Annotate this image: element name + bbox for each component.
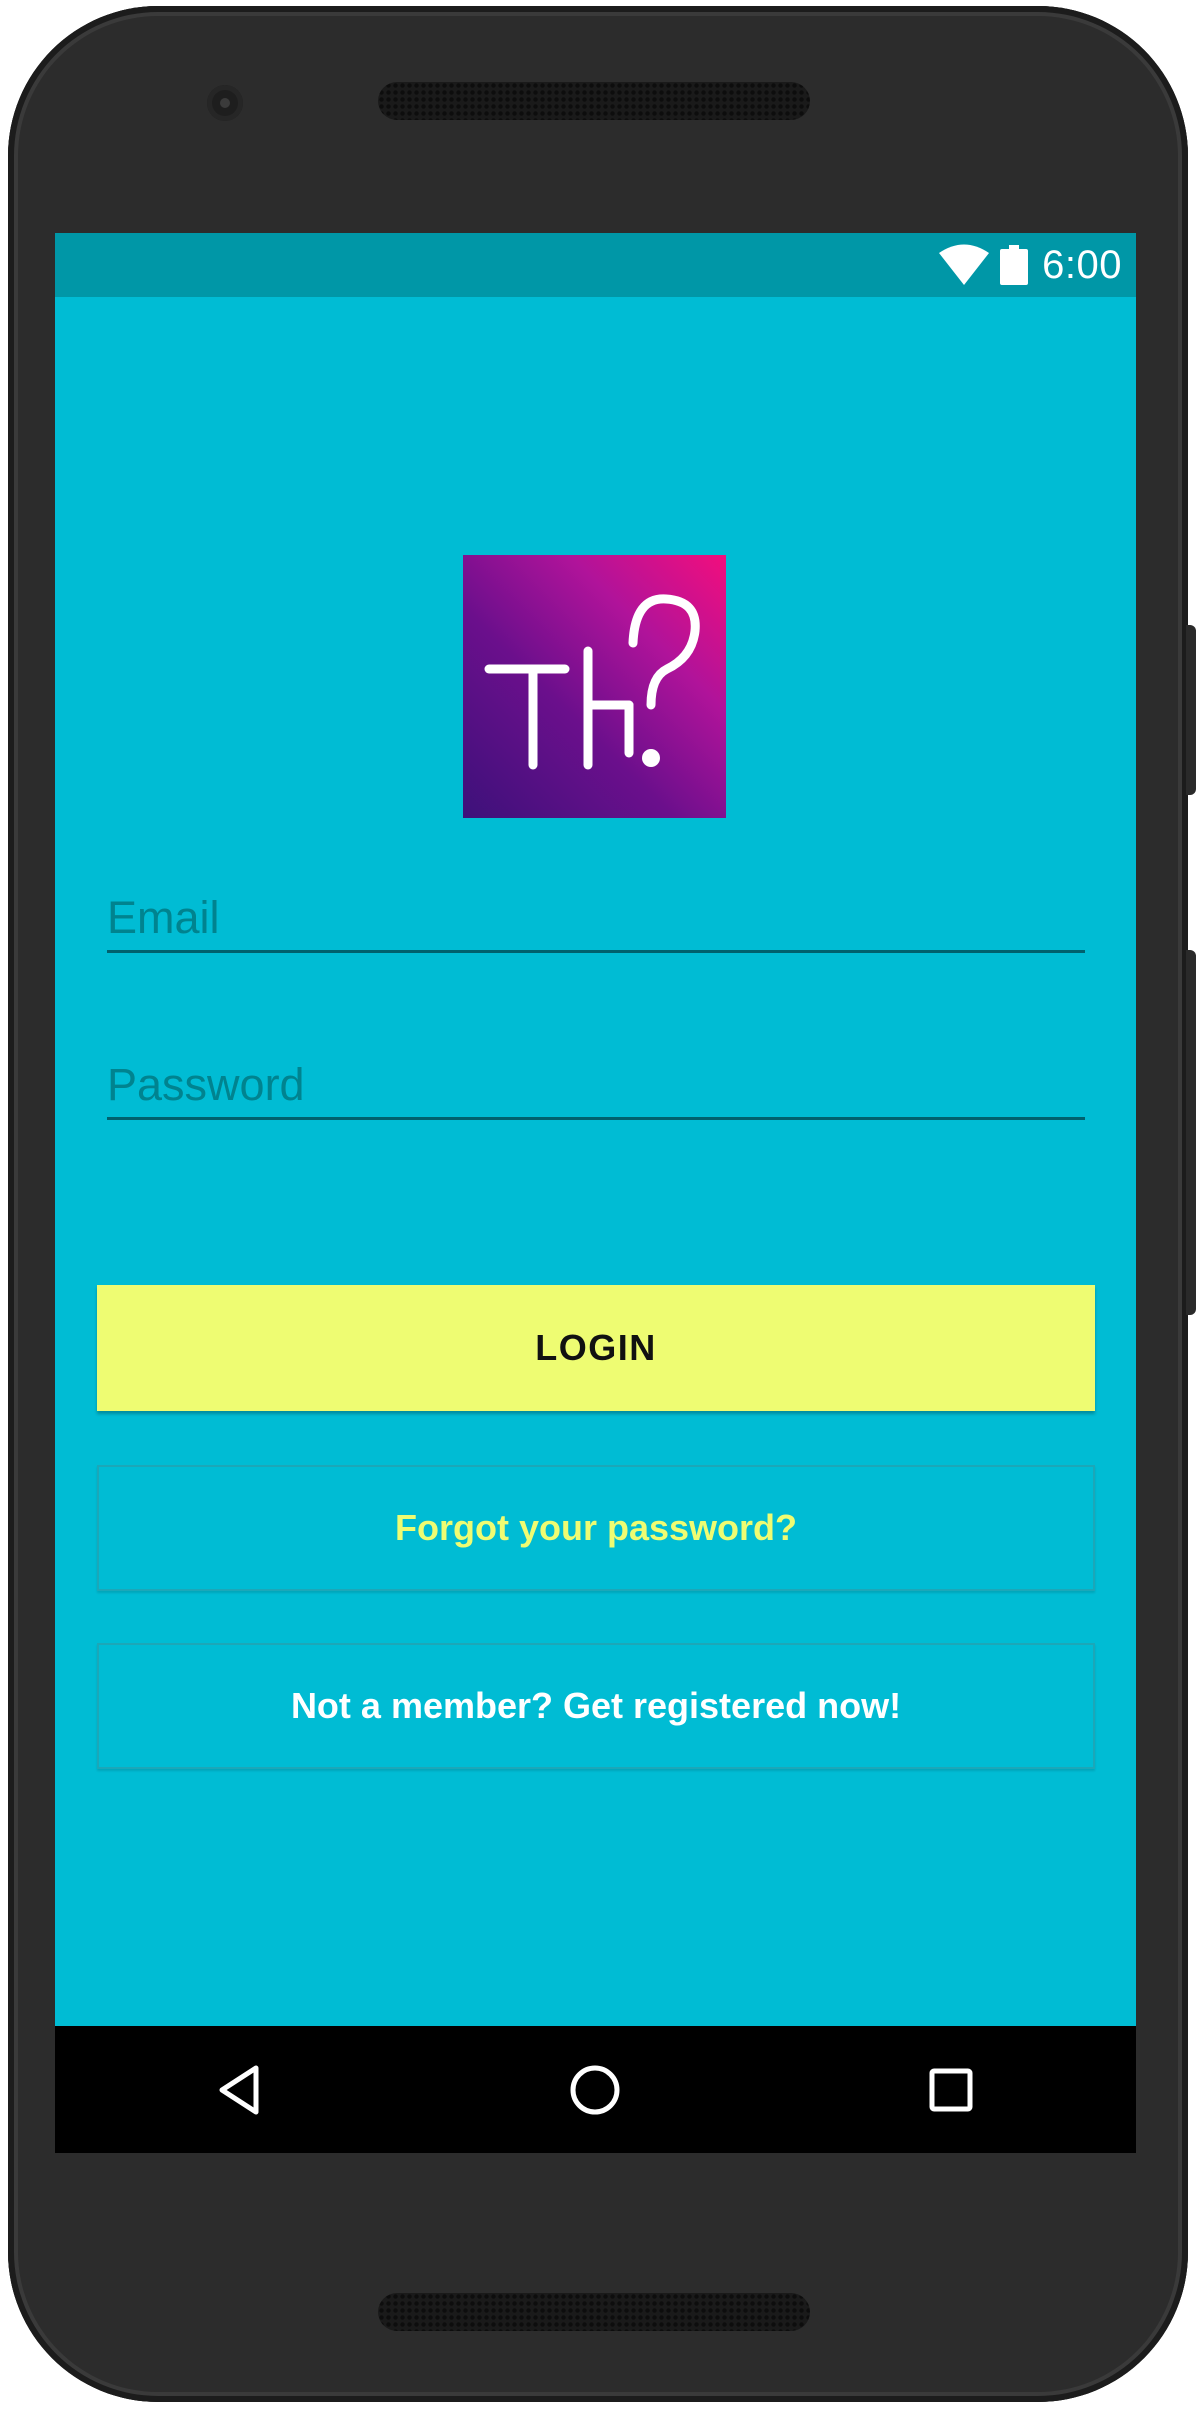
forgot-password-button[interactable]: Forgot your password?	[97, 1465, 1095, 1591]
app-logo	[463, 555, 726, 818]
password-input[interactable]	[107, 1057, 1085, 1113]
status-icons: 6:00	[938, 233, 1122, 297]
forgot-password-label: Forgot your password?	[394, 1507, 797, 1548]
recents-button[interactable]	[915, 2054, 987, 2126]
email-input[interactable]	[107, 890, 1085, 946]
app-screen: 6:00 LOGIN Forgot your passwor	[55, 233, 1136, 2153]
power-button	[1186, 625, 1196, 795]
volume-rocker	[1186, 950, 1196, 1315]
status-bar: 6:00	[55, 233, 1136, 297]
navigation-bar	[55, 2026, 1136, 2153]
bottom-speaker	[378, 2293, 810, 2331]
earpiece-speaker	[378, 82, 810, 120]
home-icon	[570, 2065, 620, 2115]
wifi-icon	[939, 244, 990, 285]
status-clock: 6:00	[1042, 242, 1122, 287]
front-camera	[207, 85, 243, 121]
register-button[interactable]: Not a member? Get registered now!	[97, 1643, 1095, 1769]
logo-th-question-mark	[484, 594, 700, 770]
recents-icon	[929, 2068, 973, 2112]
register-label: Not a member? Get registered now!	[290, 1685, 902, 1726]
password-field[interactable]	[107, 1053, 1085, 1120]
battery-icon	[1000, 245, 1029, 285]
login-button[interactable]: LOGIN	[97, 1285, 1095, 1411]
home-button[interactable]	[559, 2054, 631, 2126]
login-button-label: LOGIN	[535, 1327, 657, 1368]
back-icon	[219, 2065, 259, 2115]
back-button[interactable]	[203, 2054, 275, 2126]
email-field[interactable]	[107, 886, 1085, 953]
